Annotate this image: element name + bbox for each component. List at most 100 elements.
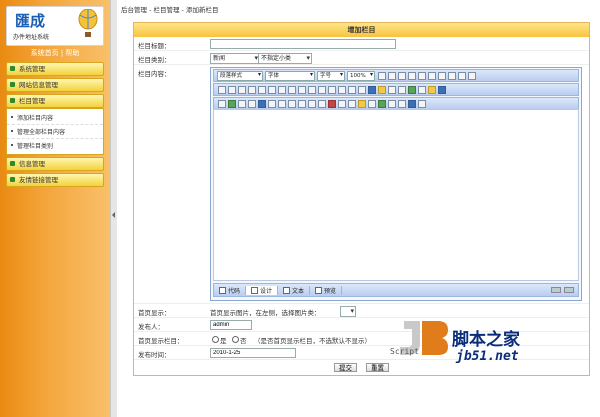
eraser-icon[interactable]: [288, 85, 296, 94]
help-link[interactable]: 帮助: [65, 49, 79, 57]
tab-code[interactable]: 代码: [214, 285, 247, 295]
quote-icon[interactable]: [388, 99, 396, 108]
subtype-select[interactable]: 不指定小类: [258, 53, 312, 64]
radio-icon[interactable]: [308, 99, 316, 108]
publisher-input[interactable]: [210, 320, 252, 330]
tab-preview[interactable]: 预览: [310, 285, 343, 295]
subscript-icon[interactable]: [428, 71, 436, 80]
symbol-icon[interactable]: [328, 99, 336, 108]
sidebar-item-system[interactable]: 系统管理: [6, 62, 104, 76]
find-icon[interactable]: [268, 85, 276, 94]
submenu-add-content[interactable]: 添加栏目内容: [7, 111, 103, 125]
file-icon[interactable]: [248, 99, 256, 108]
reset-button[interactable]: 重置: [366, 363, 389, 372]
align-right-icon[interactable]: [458, 71, 466, 80]
tab-label: 文本: [292, 287, 305, 295]
italic-icon[interactable]: [388, 71, 396, 80]
indent-icon[interactable]: [348, 85, 356, 94]
home-display-row: 首页显示： 首页显示图片，在左侧，选择图片类：: [134, 304, 589, 318]
iframe-icon[interactable]: [368, 99, 376, 108]
undo-icon[interactable]: [298, 85, 306, 94]
link-icon[interactable]: [388, 85, 396, 94]
paste-icon[interactable]: [238, 85, 246, 94]
image-icon[interactable]: [218, 99, 226, 108]
sidebar-item-links[interactable]: 友情链接管理: [6, 173, 104, 187]
special-char-icon[interactable]: [428, 85, 436, 94]
radio-yes[interactable]: [212, 336, 219, 343]
editor-content-area[interactable]: [213, 109, 579, 281]
textarea-icon[interactable]: [278, 99, 286, 108]
flash-icon[interactable]: [228, 99, 236, 108]
table-icon[interactable]: [258, 99, 266, 108]
cut-icon[interactable]: [218, 85, 226, 94]
sidebar-item-columns[interactable]: 栏目管理: [6, 94, 104, 108]
underline-icon[interactable]: [398, 71, 406, 80]
checkbox-icon[interactable]: [298, 99, 306, 108]
delete-icon[interactable]: [278, 85, 286, 94]
hr-icon[interactable]: [318, 99, 326, 108]
font-select[interactable]: 字体: [265, 70, 315, 81]
code-icon[interactable]: [378, 99, 386, 108]
marquee-icon[interactable]: [438, 85, 446, 94]
highlight-icon[interactable]: [378, 85, 386, 94]
font-color-icon[interactable]: [368, 85, 376, 94]
unlink-icon[interactable]: [398, 85, 406, 94]
bullet-icon: [10, 161, 15, 166]
justify-icon[interactable]: [468, 71, 476, 80]
superscript-icon[interactable]: [418, 71, 426, 80]
paragraph-style-select[interactable]: 段落样式: [217, 70, 263, 81]
side-links: 系统首页 | 帮助: [6, 48, 104, 58]
fullscreen-icon[interactable]: [408, 99, 416, 108]
time-icon[interactable]: [348, 99, 356, 108]
collapse-arrow-icon[interactable]: [112, 212, 115, 218]
tab-design[interactable]: 设计: [246, 285, 279, 295]
redo-icon[interactable]: [308, 85, 316, 94]
sidebar-item-label: 网站信息管理: [19, 81, 58, 89]
submit-button[interactable]: 提交: [334, 363, 357, 372]
sidebar-item-label: 友情链接管理: [19, 176, 58, 184]
date-icon[interactable]: [338, 99, 346, 108]
copy-icon[interactable]: [228, 85, 236, 94]
logo-title: 匯成: [15, 12, 46, 30]
align-left-icon[interactable]: [438, 71, 446, 80]
print-icon[interactable]: [398, 99, 406, 108]
show-column-label: 首页显示栏目：: [138, 337, 184, 345]
time-input[interactable]: [210, 348, 296, 358]
design-mode-icon: [251, 286, 259, 294]
button-icon[interactable]: [288, 99, 296, 108]
title-input[interactable]: [210, 39, 396, 49]
font-size-select[interactable]: 字号: [317, 70, 345, 81]
home-image-select[interactable]: [340, 306, 356, 317]
sidebar-item-site-info[interactable]: 网站信息管理: [6, 78, 104, 92]
sidebar-item-label: 系统管理: [19, 65, 45, 73]
tab-text[interactable]: 文本: [278, 285, 311, 295]
type-select[interactable]: 新闻: [210, 53, 260, 64]
unordered-list-icon[interactable]: [338, 85, 346, 94]
align-center-icon[interactable]: [448, 71, 456, 80]
zoom-select[interactable]: 100%: [347, 70, 375, 81]
anchor-icon[interactable]: [408, 85, 416, 94]
submenu-manage-categories[interactable]: 管理栏目类别: [7, 139, 103, 152]
sidebar-splitter[interactable]: [110, 0, 117, 417]
submenu-manage-content[interactable]: 管理全部栏目内容: [7, 125, 103, 139]
form-field-icon[interactable]: [268, 99, 276, 108]
expand-icon[interactable]: [551, 287, 561, 293]
format-icon[interactable]: [418, 85, 426, 94]
sidebar-item-info[interactable]: 信息管理: [6, 157, 104, 171]
about-icon[interactable]: [418, 99, 426, 108]
paste-word-icon[interactable]: [258, 85, 266, 94]
paste-text-icon[interactable]: [248, 85, 256, 94]
home-display-label: 首页显示：: [138, 309, 171, 317]
ordered-list-icon[interactable]: [328, 85, 336, 94]
outdent-icon[interactable]: [358, 85, 366, 94]
home-link[interactable]: 系统首页: [31, 49, 59, 57]
bold-icon[interactable]: [378, 71, 386, 80]
radio-no[interactable]: [232, 336, 239, 343]
select-all-icon[interactable]: [318, 85, 326, 94]
emoticon-icon[interactable]: [358, 99, 366, 108]
editor-mode-tabs: 代码 设计 文本 预览: [213, 283, 579, 297]
strikethrough-icon[interactable]: [408, 71, 416, 80]
media-icon[interactable]: [238, 99, 246, 108]
shrink-icon[interactable]: [564, 287, 574, 293]
code-mode-icon: [219, 286, 226, 294]
